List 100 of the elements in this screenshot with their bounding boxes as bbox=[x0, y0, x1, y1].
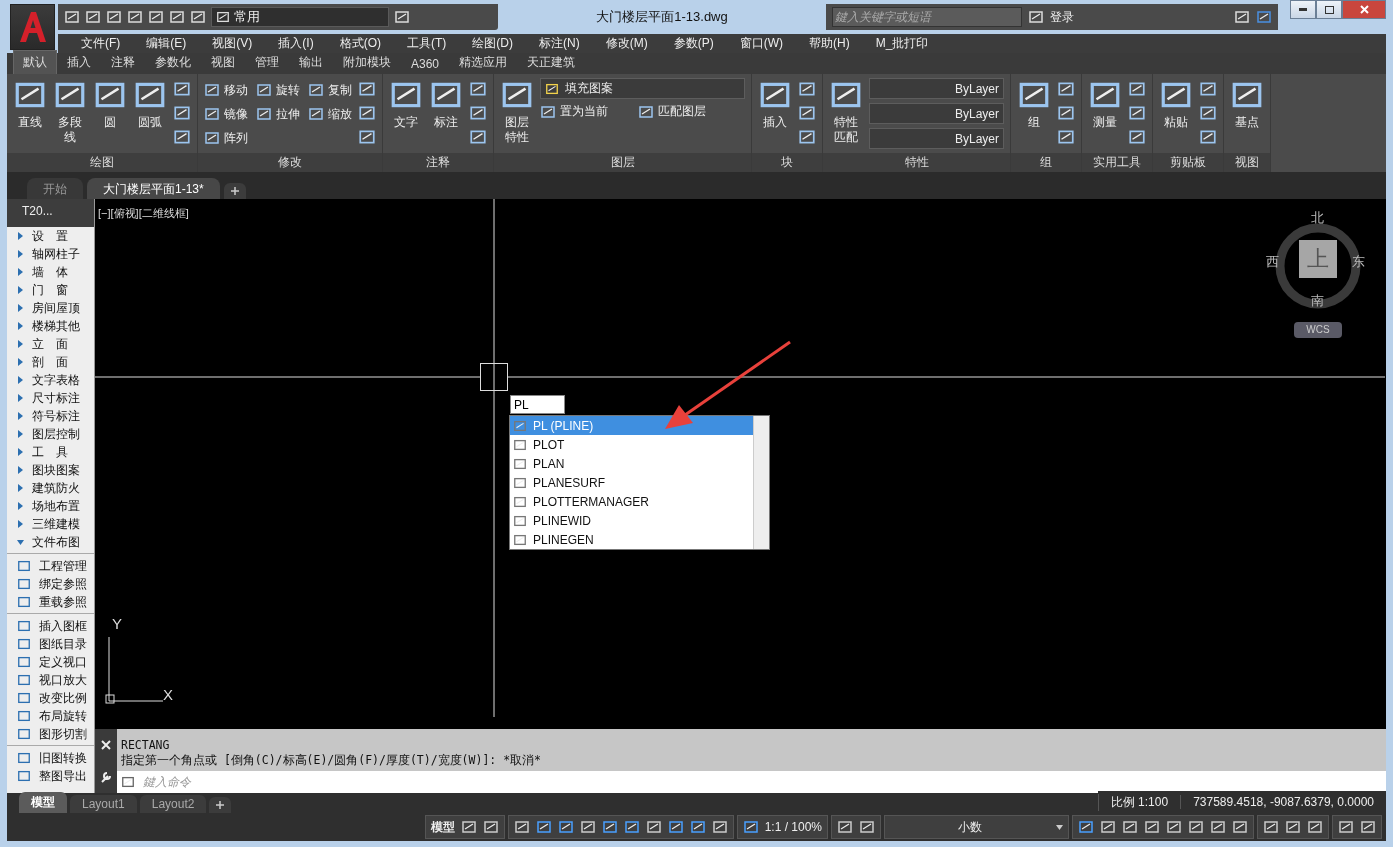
menu-item[interactable]: 标注(N) bbox=[526, 35, 593, 52]
workspace-dropdown[interactable]: 常用 bbox=[211, 7, 389, 27]
ribbon-tool-button[interactable]: 标注 bbox=[429, 78, 463, 153]
menu-item[interactable]: 工具(T) bbox=[394, 35, 460, 52]
status-toggle-icon[interactable] bbox=[535, 819, 552, 835]
property-dropdown[interactable]: ByLayer bbox=[869, 103, 1004, 124]
status-toggle-icon[interactable] bbox=[579, 819, 596, 835]
caret-right-icon[interactable] bbox=[17, 484, 24, 492]
panel-title[interactable]: 绘图 bbox=[7, 153, 197, 172]
login-button[interactable]: 登录 bbox=[1050, 8, 1074, 26]
ribbon-tool-button[interactable]: 文字 bbox=[389, 78, 423, 153]
panel-title[interactable]: 实用工具 bbox=[1082, 153, 1152, 172]
palette-tool-item[interactable]: 重载参照 bbox=[7, 593, 94, 611]
panel-title[interactable]: 修改 bbox=[198, 153, 382, 172]
palette-menu-item[interactable]: 设 置 bbox=[7, 227, 94, 245]
ribbon-small-button[interactable]: 阵列 bbox=[204, 129, 248, 147]
layer-dropdown[interactable]: 填充图案 bbox=[540, 78, 745, 99]
tool-icon[interactable] bbox=[469, 128, 487, 146]
tool-icon[interactable] bbox=[1057, 80, 1075, 98]
ribbon-small-button[interactable]: 复制 bbox=[308, 81, 352, 99]
status-toggle-icon[interactable] bbox=[1100, 819, 1116, 835]
caret-right-icon[interactable] bbox=[17, 466, 24, 474]
palette-menu-item[interactable]: 立 面 bbox=[7, 335, 94, 353]
status-toggle-icon[interactable] bbox=[1188, 819, 1204, 835]
caret-right-icon[interactable] bbox=[17, 340, 24, 348]
tool-icon[interactable] bbox=[1199, 104, 1217, 122]
layout-tab[interactable]: Layout1 bbox=[70, 795, 137, 813]
command-input[interactable]: PL bbox=[510, 395, 565, 414]
ribbon-tab[interactable]: 插入 bbox=[57, 50, 101, 74]
menu-item[interactable]: 编辑(E) bbox=[133, 35, 200, 52]
ribbon-tool-button[interactable]: 组 bbox=[1017, 78, 1051, 153]
layout-tab[interactable]: 模型 bbox=[19, 792, 67, 813]
toolbar-icon[interactable] bbox=[85, 9, 101, 25]
close-icon[interactable] bbox=[101, 739, 111, 750]
palette-menu-item[interactable]: 文件布图 bbox=[7, 533, 94, 551]
status-toggle-icon[interactable] bbox=[667, 819, 684, 835]
tool-icon[interactable] bbox=[798, 104, 816, 122]
ribbon-small-button[interactable]: 移动 bbox=[204, 81, 248, 99]
status-toggle-icon[interactable] bbox=[623, 819, 640, 835]
ribbon-tool-button[interactable]: 特性匹配 bbox=[829, 78, 863, 153]
caret-right-icon[interactable] bbox=[17, 376, 24, 384]
palette-menu-item[interactable]: 图块图案 bbox=[7, 461, 94, 479]
tool-icon[interactable] bbox=[173, 104, 191, 122]
palette-tool-item[interactable]: 改变比例 bbox=[7, 689, 94, 707]
menu-item[interactable]: 插入(I) bbox=[265, 35, 327, 52]
tool-icon[interactable] bbox=[358, 104, 376, 122]
caret-right-icon[interactable] bbox=[17, 358, 24, 366]
menu-item[interactable]: M_批打印 bbox=[862, 35, 942, 52]
ribbon-tool-button[interactable]: 圆弧 bbox=[133, 78, 167, 153]
palette-menu-item[interactable]: 图层控制 bbox=[7, 425, 94, 443]
palette-menu-item[interactable]: 建筑防火 bbox=[7, 479, 94, 497]
caret-right-icon[interactable] bbox=[17, 250, 24, 258]
palette-tool-item[interactable]: 绑定参照 bbox=[7, 575, 94, 593]
tool-icon[interactable] bbox=[1199, 128, 1217, 146]
app-menu-button[interactable] bbox=[10, 4, 55, 50]
status-toggle-icon[interactable] bbox=[1210, 819, 1226, 835]
viewport-controls[interactable]: [−][俯视][二维线框] bbox=[98, 206, 189, 221]
menu-item[interactable]: 绘图(D) bbox=[459, 35, 526, 52]
palette-tool-item[interactable]: 整图导出 bbox=[7, 767, 94, 785]
toolbar-icon[interactable] bbox=[394, 9, 410, 25]
status-toggle-icon[interactable] bbox=[1285, 819, 1301, 835]
palette-menu-item[interactable]: 轴网柱子 bbox=[7, 245, 94, 263]
ribbon-tool-button[interactable]: 多段线 bbox=[53, 78, 87, 153]
ribbon-tool-button[interactable]: 圆 bbox=[93, 78, 127, 153]
status-toggle-icon[interactable] bbox=[689, 819, 706, 835]
ribbon-tab[interactable]: 精选应用 bbox=[449, 50, 518, 74]
menu-item[interactable]: 参数(P) bbox=[660, 35, 727, 52]
palette-menu-item[interactable]: 符号标注 bbox=[7, 407, 94, 425]
palette-tool-item[interactable]: 工程管理 bbox=[7, 557, 94, 575]
tool-icon[interactable] bbox=[1128, 104, 1146, 122]
command-field[interactable]: 鍵入命令 bbox=[117, 771, 1386, 793]
ribbon-tab[interactable]: 视图 bbox=[201, 50, 245, 74]
tool-icon[interactable] bbox=[798, 128, 816, 146]
document-tab[interactable]: 大门楼层平面1-13* bbox=[87, 178, 220, 199]
ucs-dropdown[interactable]: WCS bbox=[1294, 322, 1342, 338]
status-toggle-icon[interactable] bbox=[1307, 819, 1323, 835]
menu-item[interactable]: 帮助(H) bbox=[796, 35, 863, 52]
toolbar-icon[interactable] bbox=[106, 9, 122, 25]
menu-item[interactable]: 文件(F) bbox=[68, 35, 134, 52]
status-toggle-icon[interactable] bbox=[557, 819, 574, 835]
tool-icon[interactable] bbox=[1057, 128, 1075, 146]
palette-menu-item[interactable]: 楼梯其他 bbox=[7, 317, 94, 335]
tool-icon[interactable] bbox=[1128, 128, 1146, 146]
ribbon-small-button[interactable]: 缩放 bbox=[308, 105, 352, 123]
palette-menu-item[interactable]: 文字表格 bbox=[7, 371, 94, 389]
caret-right-icon[interactable] bbox=[17, 448, 24, 456]
ribbon-small-button[interactable]: 镜像 bbox=[204, 105, 248, 123]
menu-item[interactable]: 格式(O) bbox=[326, 35, 394, 52]
palette-tool-item[interactable]: 插入图框 bbox=[7, 617, 94, 635]
status-toggle-icon[interactable] bbox=[1144, 819, 1160, 835]
ribbon-tool-button[interactable]: 基点 bbox=[1230, 78, 1264, 153]
menu-item[interactable]: 视图(V) bbox=[199, 35, 266, 52]
caret-right-icon[interactable] bbox=[17, 286, 24, 294]
property-dropdown[interactable]: ByLayer bbox=[869, 78, 1004, 99]
caret-right-icon[interactable] bbox=[17, 322, 24, 330]
ribbon-small-button[interactable]: 置为当前 bbox=[540, 103, 608, 120]
tool-icon[interactable] bbox=[173, 128, 191, 146]
ribbon-tool-button[interactable]: 图层特性 bbox=[500, 78, 534, 153]
panel-title[interactable]: 特性 bbox=[823, 153, 1010, 172]
maximize-button[interactable] bbox=[1316, 0, 1342, 19]
